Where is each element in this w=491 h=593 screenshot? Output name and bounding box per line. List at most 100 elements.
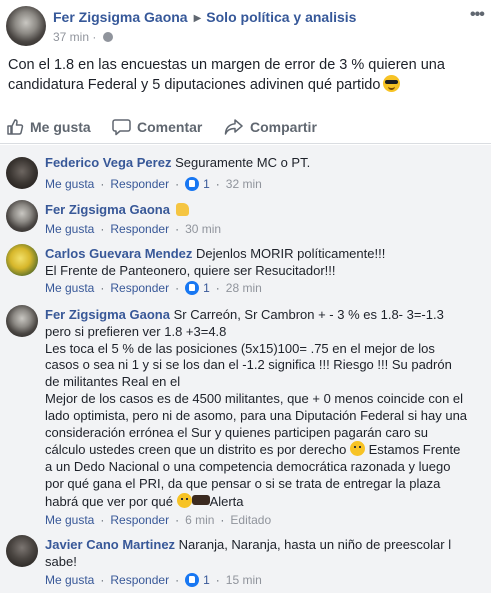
post-author-name[interactable]: Fer Zigsigma Gaona: [53, 9, 188, 25]
commenter-avatar[interactable]: [6, 157, 38, 189]
post-author-line: Fer Zigsigma Gaona ▶ Solo política y anali…: [53, 9, 356, 25]
comment-time[interactable]: 6 min: [185, 513, 214, 527]
separator-dot: ·: [100, 222, 105, 236]
commenter-avatar[interactable]: [6, 535, 38, 567]
like-icon: [7, 119, 24, 135]
comment-meta: Me gusta · Responder · 6 min · Editado: [45, 513, 271, 527]
comment-time[interactable]: 30 min: [185, 222, 221, 236]
comment-body: Javier Cano Martinez Naranja, Naranja, h…: [45, 537, 477, 571]
like-badge-icon: [185, 281, 200, 295]
separator-dot: ·: [175, 177, 180, 191]
comment-line: Estamos Frente: [368, 442, 461, 458]
comment-text: Dejenlos MORIR políticamente!!!: [196, 246, 386, 261]
comment-edited-label: Editado: [230, 513, 272, 527]
comment-label: Comentar: [137, 119, 203, 135]
separator-dot: ·: [100, 177, 105, 191]
separator-dot: ·: [215, 573, 220, 587]
commenter-name[interactable]: Fer Zigsigma Gaona: [45, 307, 170, 322]
globe-icon: [102, 32, 113, 42]
separator-dot: ·: [220, 513, 225, 527]
separator-dot: ·: [100, 513, 105, 527]
comment-body: Fer Zigsigma Gaona Sr Carreón, Sr Cambro…: [45, 307, 477, 511]
like-label: Me gusta: [30, 119, 91, 135]
commenter-name[interactable]: Javier Cano Martinez: [45, 537, 175, 552]
separator-dot: ·: [100, 573, 105, 587]
comment-like-link[interactable]: Me gusta: [45, 573, 94, 587]
separator-dot: ·: [175, 222, 180, 236]
comment-body: Fer Zigsigma Gaona: [45, 202, 189, 219]
comment-line: pero si prefieren ver 1.8 +3=4.8: [45, 323, 227, 339]
comment-line: de militantes Real en el: [45, 374, 181, 390]
more-icon[interactable]: •••: [470, 6, 485, 24]
separator-dot: ·: [175, 513, 180, 527]
share-button[interactable]: Compartir: [224, 118, 317, 136]
comment-like-link[interactable]: Me gusta: [45, 513, 94, 527]
comment-text-line2: sabe!: [45, 553, 77, 569]
comment-button[interactable]: Comentar: [112, 118, 202, 136]
comment-like-count[interactable]: 1: [203, 573, 210, 587]
separator-dot: ·: [175, 573, 180, 587]
post-header: Fer Zigsigma Gaona ▶ Solo política y anali…: [0, 0, 491, 52]
comment-line: Mejor de los casos es de 4500 militantes…: [45, 390, 464, 406]
commenter-name[interactable]: Carlos Guevara Mendez: [45, 246, 192, 261]
comment-reply-link[interactable]: Responder: [110, 281, 169, 295]
post-time[interactable]: 37 min: [53, 30, 89, 44]
thumbs-up-emoji: [175, 203, 189, 216]
sunglasses-emoji: [383, 75, 401, 92]
thinking-emoji: [349, 441, 365, 457]
comment-like-count[interactable]: 1: [203, 177, 210, 191]
comment-line: Sr Carreón, Sr Cambron + - 3 % es 1.8- 3…: [173, 307, 444, 322]
comment-like-link[interactable]: Me gusta: [45, 222, 94, 236]
post-group-name[interactable]: Solo política y analisis: [206, 9, 356, 25]
group-arrow-icon: ▶: [193, 13, 202, 24]
comment-time[interactable]: 32 min: [226, 177, 262, 191]
commenter-name[interactable]: Federico Vega Perez: [45, 155, 171, 170]
separator-dot: ·: [215, 177, 220, 191]
comment-meta: Me gusta · Responder · 30 min: [45, 222, 221, 236]
comment-like-count[interactable]: 1: [203, 281, 210, 295]
comment-line: consideración errónea el Sur y quienes p…: [45, 424, 429, 440]
commenter-name[interactable]: Fer Zigsigma Gaona: [45, 202, 170, 217]
comments-section: Federico Vega Perez Seguramente MC o PT.…: [0, 145, 491, 593]
comment-line: Les toca el 5 % de las posiciones (5x15)…: [45, 340, 435, 356]
commenter-avatar[interactable]: [6, 305, 38, 337]
post-actions-bar: Me gusta Comentar Compartir: [0, 108, 491, 144]
comment-reply-link[interactable]: Responder: [110, 177, 169, 191]
comment-meta: Me gusta · Responder · 1 · 28 min: [45, 281, 262, 295]
comment-reply-link[interactable]: Responder: [110, 222, 169, 236]
like-badge-icon: [185, 573, 200, 587]
comment-line: casos o sea ni 1 y si se los dan el -1.2…: [45, 357, 452, 373]
post-meta: 37 min ·: [53, 30, 113, 44]
like-button[interactable]: Me gusta: [6, 118, 91, 136]
separator-dot: ·: [215, 281, 220, 295]
commenter-avatar[interactable]: [6, 244, 38, 276]
share-label: Compartir: [250, 119, 317, 135]
comment-text-line2: El Frente de Panteonero, quiere ser Resu…: [45, 262, 336, 278]
post-text: Con el 1.8 en las encuestas un margen de…: [8, 56, 484, 95]
comment-line: lado optimista, pero ni de asomo, para u…: [45, 407, 468, 423]
comment-body: Federico Vega Perez Seguramente MC o PT.: [45, 155, 310, 172]
post-author-avatar[interactable]: [6, 6, 46, 46]
comment-line: cálculo ustedes creen que un distrito es…: [45, 442, 347, 458]
comment-text: Seguramente MC o PT.: [175, 155, 311, 170]
comment-time[interactable]: 28 min: [226, 281, 262, 295]
comment-reply-link[interactable]: Responder: [110, 513, 169, 527]
comment-meta: Me gusta · Responder · 1 · 15 min: [45, 573, 262, 587]
comment-line: por qué gana el PRI, da que pensar o si …: [45, 475, 441, 491]
comment-line: Alerta: [209, 493, 244, 509]
comment-like-link[interactable]: Me gusta: [45, 281, 94, 295]
comment-reply-link[interactable]: Responder: [110, 573, 169, 587]
separator-dot: ·: [100, 281, 105, 295]
share-icon: [224, 119, 243, 135]
pointing-emoji: [191, 494, 210, 505]
comment-body: Carlos Guevara Mendez Dejenlos MORIR pol…: [45, 246, 385, 280]
comment-line: habrá que ver por qué: [45, 493, 173, 509]
comment-time[interactable]: 15 min: [226, 573, 262, 587]
post-text-content: Con el 1.8 en las encuestas un margen de…: [8, 57, 445, 93]
comment-text: Naranja, Naranja, hasta un niño de prees…: [178, 537, 452, 552]
comment-like-link[interactable]: Me gusta: [45, 177, 94, 191]
thinking-emoji: [176, 492, 192, 508]
separator-dot: ·: [175, 281, 180, 295]
commenter-avatar[interactable]: [6, 200, 38, 232]
comment-line: a un Dedo Nacional o una competencia dem…: [45, 459, 451, 475]
